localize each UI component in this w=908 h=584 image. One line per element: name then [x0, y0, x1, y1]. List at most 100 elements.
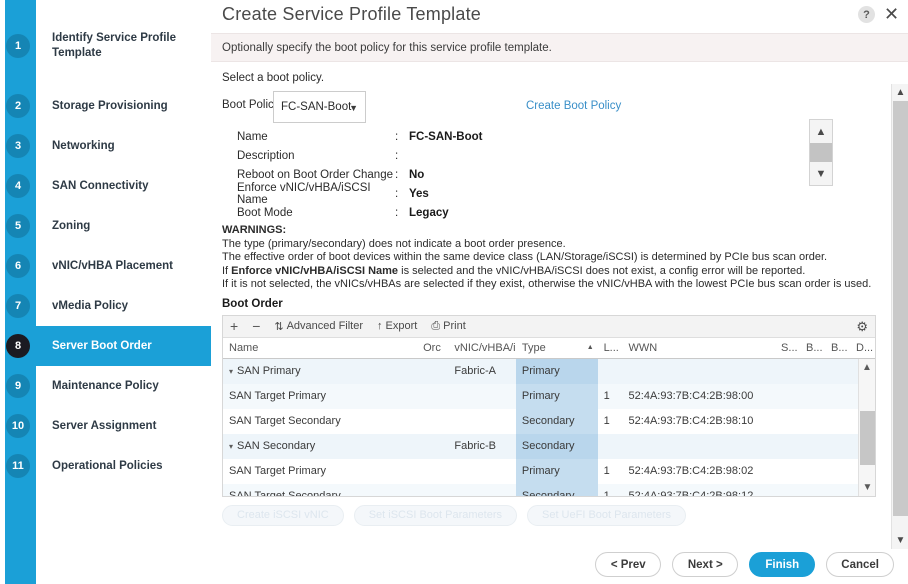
page-scrollbar-thumb[interactable] — [893, 101, 908, 516]
column-header[interactable]: Orc — [417, 342, 448, 354]
cell-boot-path — [825, 359, 850, 384]
remove-button[interactable]: − — [245, 315, 267, 337]
cell-wwn — [623, 434, 776, 459]
boot-order-title: Boot Order — [222, 297, 283, 310]
cell-slot — [775, 359, 800, 384]
column-header[interactable]: B... — [825, 342, 850, 354]
column-header[interactable]: WWN — [623, 342, 776, 354]
create-boot-policy-link[interactable]: Create Boot Policy — [526, 100, 621, 112]
table-row[interactable]: SAN Target SecondarySecondary152:4A:93:7… — [223, 408, 875, 434]
cell-order — [417, 409, 448, 434]
filter-icon: ⇅ — [274, 320, 284, 333]
cell-vnic-vhba — [448, 409, 516, 434]
step-number-badge: 8 — [6, 334, 30, 358]
sidebar-item-label: Zoning — [52, 220, 91, 232]
column-header[interactable]: Name — [223, 342, 417, 354]
chevron-down-icon[interactable]: ▼ — [810, 162, 832, 185]
sidebar-item-identify-service-profile-template[interactable]: 1 Identify Service Profile Template — [0, 26, 211, 66]
expander-triangle-icon[interactable]: ▾ — [229, 367, 233, 376]
cell-boot-name — [800, 459, 825, 484]
detail-colon: : — [395, 149, 399, 162]
gear-icon[interactable]: ⚙ — [856, 319, 868, 335]
cell-boot-path — [825, 484, 850, 496]
chevron-up-icon[interactable]: ▲ — [859, 359, 875, 376]
cell-boot-name — [800, 434, 825, 459]
advanced-filter-button[interactable]: ⇅ Advanced Filter — [267, 315, 370, 337]
table-row[interactable]: SAN Target SecondarySecondary152:4A:93:7… — [223, 483, 875, 496]
table-scrollbar-thumb[interactable] — [860, 410, 875, 465]
sort-ascending-icon[interactable]: ▲ — [581, 344, 598, 351]
boot-policy-select[interactable]: FC-SAN-Boot ▼ — [273, 91, 366, 123]
detail-colon: : — [395, 168, 399, 181]
cancel-button[interactable]: Cancel — [826, 552, 894, 577]
table-row[interactable]: ▾ SAN Primary Fabric-A Primary — [223, 358, 875, 384]
warning-line-3-pre: If — [222, 264, 232, 277]
cell-type: Secondary — [515, 483, 581, 496]
export-button[interactable]: ↑ Export — [370, 315, 424, 337]
chevron-down-icon[interactable]: ▼ — [892, 532, 908, 549]
table-row[interactable]: ▾ SAN Secondary Fabric-B Secondary — [223, 433, 875, 459]
prev-button[interactable]: < Prev — [595, 552, 662, 577]
chevron-down-icon: ▼ — [349, 103, 358, 113]
sidebar-item-label: Networking — [52, 140, 115, 152]
close-icon[interactable]: ✕ — [883, 5, 900, 23]
cell-type-spacer — [580, 358, 598, 384]
cell-wwn: 52:4A:93:7B:C4:2B:98:00 — [628, 390, 754, 402]
cell-lun: 1 — [603, 415, 610, 427]
step-number-badge: 2 — [6, 94, 30, 118]
table-row[interactable]: SAN Target Primary Primary 1 52:4A:93:7B:C4… — [223, 383, 875, 409]
print-button[interactable]: ⎙ Print — [424, 315, 472, 337]
cell-order — [417, 359, 448, 384]
column-header[interactable]: S... — [775, 342, 800, 354]
table-scrollbar[interactable]: ▲ ▼ — [858, 358, 875, 496]
boot-order-rows: ▾ SAN Primary Fabric-A Primary SAN Target Pr… — [223, 358, 875, 496]
step-number-badge: 11 — [6, 454, 30, 478]
sidebar-item-operational-policies[interactable]: 11 Operational Policies — [0, 446, 211, 486]
chevron-up-icon[interactable]: ▲ — [810, 120, 832, 143]
cell-order — [417, 459, 448, 484]
sidebar-item-storage-provisioning[interactable]: 2 Storage Provisioning — [0, 86, 211, 126]
sidebar-item-vnic-vhba-placement[interactable]: 6 vNIC/vHBA Placement — [0, 246, 211, 286]
cell-name: SAN Target Secondary — [223, 409, 417, 434]
select-boot-policy-prompt: Select a boot policy. — [222, 72, 325, 84]
cell-name: SAN Target Primary — [223, 459, 417, 484]
chevron-down-icon[interactable]: ▼ — [859, 479, 875, 496]
step-number-badge: 6 — [6, 254, 30, 278]
column-header[interactable]: D... — [850, 342, 875, 354]
sidebar-item-maintenance-policy[interactable]: 9 Maintenance Policy — [0, 366, 211, 406]
expander-triangle-icon[interactable]: ▾ — [229, 442, 233, 451]
boot-order-row-container: ▾ SAN Primary Fabric-A Primary SAN Target Pr… — [223, 358, 875, 496]
cell-slot — [775, 484, 800, 496]
detail-key: Reboot on Boot Order Change — [237, 168, 393, 181]
spinner-thumb[interactable] — [810, 143, 832, 162]
cell-boot-name — [800, 384, 825, 409]
finish-button[interactable]: Finish — [749, 552, 816, 577]
column-header[interactable]: L... — [598, 342, 623, 354]
sidebar-item-server-assignment[interactable]: 10 Server Assignment — [0, 406, 211, 446]
dialog-footer: < Prev Next > Finish Cancel — [211, 545, 908, 584]
add-button[interactable]: + — [223, 315, 245, 337]
table-row[interactable]: SAN Target Primary Primary 1 52:4A:93:7B:C4… — [223, 458, 875, 484]
boot-policy-spinner[interactable]: ▲ ▼ — [809, 119, 833, 186]
sidebar-item-server-boot-order[interactable]: 8 Server Boot Order — [0, 326, 211, 366]
next-button[interactable]: Next > — [672, 552, 739, 577]
column-header[interactable]: B... — [800, 342, 825, 354]
sidebar-item-zoning[interactable]: 5 Zoning — [0, 206, 211, 246]
sidebar-item-vmedia-policy[interactable]: 7 vMedia Policy — [0, 286, 211, 326]
column-header[interactable]: Type — [516, 342, 581, 354]
boot-order-table: + − ⇅ Advanced Filter ↑ Export ⎙ Print ⚙… — [222, 314, 876, 497]
cell-wwn: 52:4A:93:7B:C4:2B:98:10 — [628, 415, 754, 427]
page-scrollbar[interactable]: ▲ ▼ — [891, 84, 908, 549]
detail-key: Name — [237, 130, 268, 143]
sidebar-item-label: vMedia Policy — [52, 300, 129, 312]
cell-name-text: SAN Target Secondary — [229, 415, 341, 427]
column-header[interactable]: vNIC/vHBA/i... — [448, 342, 516, 354]
chevron-up-icon[interactable]: ▲ — [892, 84, 908, 101]
boot-policy-detail-row: Boot Mode: Legacy — [237, 203, 908, 222]
cell-lun: 1 — [603, 465, 610, 477]
question-mark-icon[interactable]: ? — [858, 6, 875, 23]
sidebar-item-networking[interactable]: 3 Networking — [0, 126, 211, 166]
warning-line-3-post: is selected and the vNIC/vHBA/iSCSI does… — [398, 264, 806, 277]
sidebar-item-san-connectivity[interactable]: 4 SAN Connectivity — [0, 166, 211, 206]
cell-lun — [598, 359, 623, 384]
